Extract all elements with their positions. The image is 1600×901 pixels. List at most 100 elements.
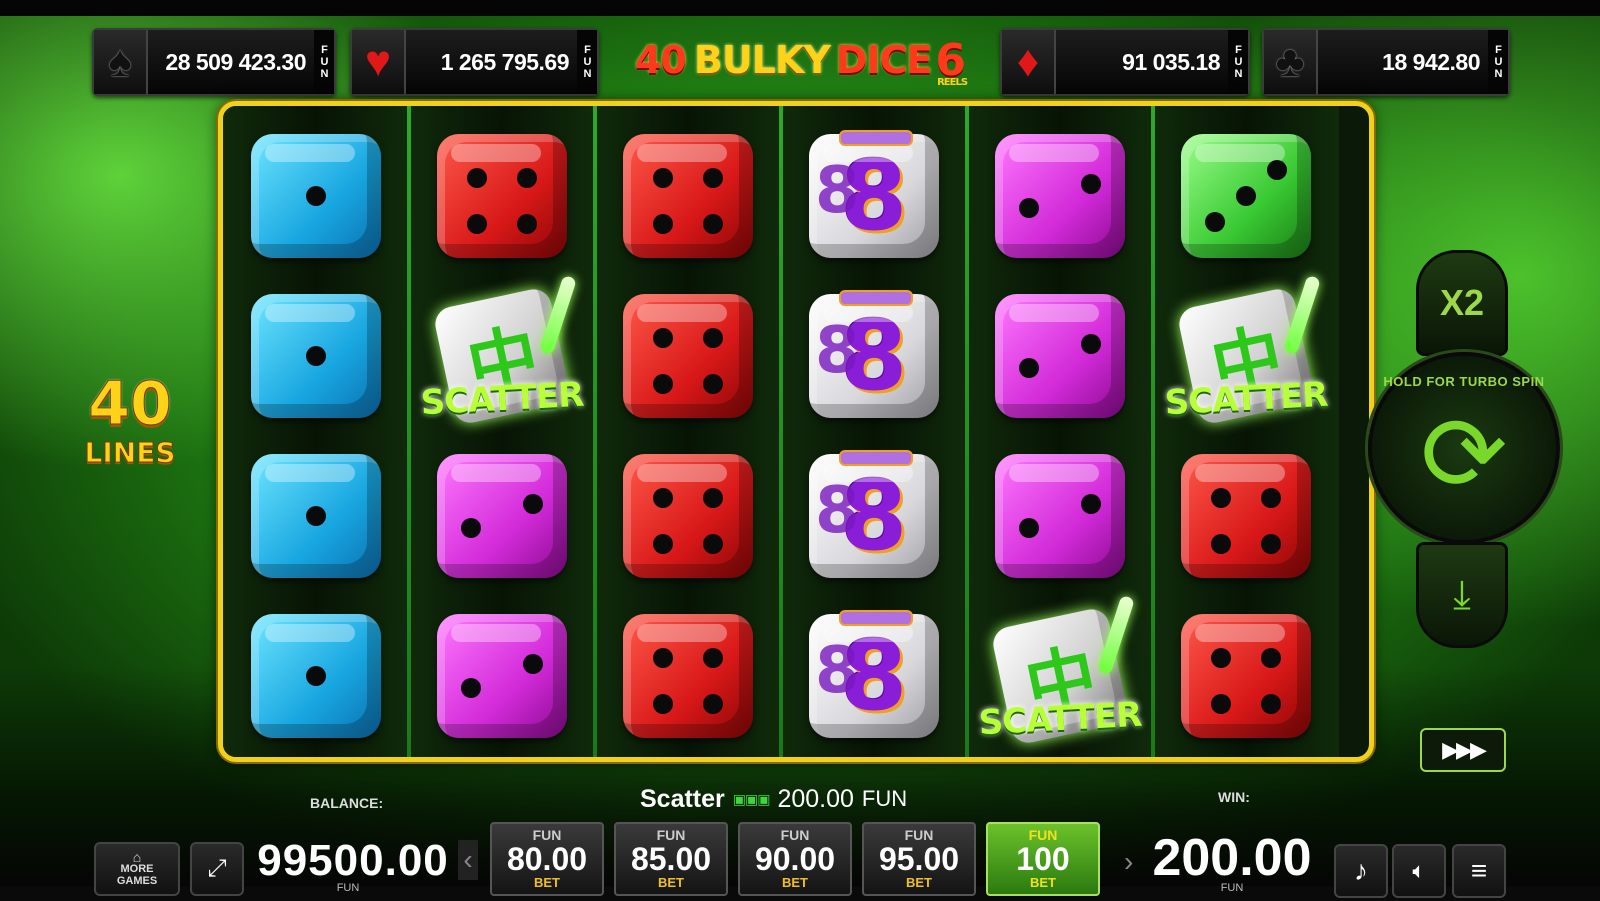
win-info-symbol: Scatter	[640, 784, 725, 813]
reel-cell	[231, 116, 401, 276]
spade-icon: ♠	[94, 30, 148, 94]
bet-value: 100	[1016, 841, 1070, 877]
win-label: WIN:	[1218, 789, 1250, 805]
reel-cell	[231, 276, 401, 436]
blue-die-1-symbol	[251, 294, 381, 418]
red-die-4-symbol	[623, 294, 753, 418]
red-die-4-symbol	[623, 134, 753, 258]
reel-cell	[417, 436, 587, 596]
music-note-icon: ♪	[1354, 855, 1368, 886]
eight-die-symbol: 88	[809, 290, 939, 418]
chevron-left-icon: ‹	[463, 844, 473, 875]
logo-word-dice: DICE	[835, 38, 933, 82]
house-icon: ⌂	[132, 849, 142, 865]
pink-die-2-symbol	[995, 294, 1125, 418]
jackpot-currency: FUN	[314, 30, 334, 94]
reel-cell: 88	[789, 596, 959, 756]
reel-cell	[603, 436, 773, 596]
reel-cell	[603, 276, 773, 436]
jackpot-currency: FUN	[1228, 30, 1248, 94]
bet-scroll-left[interactable]: ‹	[458, 840, 478, 880]
reel-cell	[975, 436, 1145, 596]
win-info-line: Scatter ▣▣▣ 200.00 FUN	[640, 784, 907, 814]
pink-die-2-symbol	[995, 134, 1125, 258]
bet-button-90.00[interactable]: FUN 90.00 BET	[738, 822, 852, 896]
balance-value: 99500.00	[257, 836, 449, 885]
reel-separator	[1151, 106, 1155, 757]
reel-cell: 88	[789, 436, 959, 596]
reel-cell	[1161, 596, 1331, 756]
scatter-symbol: 中 SCATTER	[1161, 271, 1331, 441]
bet-value: 95.00	[878, 841, 960, 877]
game-logo: 40 BULKY DICE 6 REELS	[600, 30, 1000, 90]
reel-cell: 中 SCATTER	[975, 594, 1145, 756]
download-icon: ⤓	[1453, 572, 1471, 617]
win-currency: FUN	[1220, 882, 1244, 894]
reel-cell	[1161, 436, 1331, 596]
autoplay-button[interactable]: ▶▶▶	[1420, 728, 1506, 772]
jackpot-amount: 1 265 795.69	[406, 30, 577, 94]
spin-button[interactable]: HOLD FOR TURBO SPIN ⟳	[1368, 352, 1560, 544]
reel-cell	[975, 276, 1145, 436]
pink-die-2-symbol	[437, 614, 567, 738]
reel-cell	[231, 596, 401, 756]
bet-scroll-right[interactable]: ›	[1124, 846, 1133, 878]
eight-die-symbol: 88	[809, 130, 939, 258]
reel-separator	[965, 106, 969, 757]
more-games-line2: GAMES	[116, 875, 158, 887]
fullscreen-button[interactable]: ⤢	[190, 842, 244, 896]
red-die-4-symbol	[1181, 454, 1311, 578]
jackpot-club: ♣ 18 942.80 FUN	[1262, 28, 1510, 96]
jackpot-currency: FUN	[577, 30, 597, 94]
green-die-3-symbol	[1181, 134, 1311, 258]
reel-cell: 中 SCATTER	[1161, 274, 1331, 436]
reels-frame: 中 SCATTER 8 8 8 8 8 8 8 8 中 SCATTER 中 SCATTER	[218, 101, 1374, 762]
jackpot-amount: 28 509 423.30	[148, 30, 314, 94]
blue-die-1-symbol	[251, 134, 381, 258]
more-games-line1: MORE	[120, 863, 154, 875]
reel-separator	[593, 106, 597, 757]
jackpot-amount: 91 035.18	[1056, 30, 1228, 94]
blue-die-1-symbol	[251, 454, 381, 578]
eight-die-symbol: 88	[809, 450, 939, 578]
red-die-4-symbol	[1181, 614, 1311, 738]
bet-button-100[interactable]: FUN 100 BET	[986, 822, 1100, 896]
red-die-4-symbol	[623, 614, 753, 738]
download-button[interactable]: ⤓	[1416, 542, 1508, 648]
diamond-icon: ♦	[1002, 30, 1056, 94]
bet-label: BET	[782, 875, 808, 890]
sound-button[interactable]: 🔈︎	[1392, 844, 1446, 898]
bet-label: BET	[1030, 875, 1056, 890]
more-games-button[interactable]: ⌂ MORE GAMES	[94, 842, 180, 896]
chevron-right-icon: ›	[1124, 846, 1134, 877]
speaker-icon: 🔈︎	[1412, 858, 1426, 883]
balance-currency: FUN	[336, 882, 360, 894]
fast-forward-icon: ▶▶▶	[1442, 737, 1487, 762]
bet-button-80.00[interactable]: FUN 80.00 BET	[490, 822, 604, 896]
pink-die-2-symbol	[437, 454, 567, 578]
jackpot-heart: ♥ 1 265 795.69 FUN	[350, 28, 599, 96]
reel-cell	[417, 116, 587, 276]
logo-number: 40	[634, 38, 687, 82]
bet-button-85.00[interactable]: FUN 85.00 BET	[614, 822, 728, 896]
win-value: 200.00	[1152, 829, 1312, 887]
red-die-4-symbol	[437, 134, 567, 258]
bet-button-95.00[interactable]: FUN 95.00 BET	[862, 822, 976, 896]
reel-cell	[603, 596, 773, 756]
red-die-4-symbol	[623, 454, 753, 578]
fullscreen-icon: ⤢	[207, 855, 227, 882]
heart-icon: ♥	[352, 30, 406, 94]
multiplier-button[interactable]: X2	[1416, 250, 1508, 356]
bet-label: BET	[534, 875, 560, 890]
jackpot-currency: FUN	[1488, 30, 1508, 94]
eight-die-symbol: 88	[809, 610, 939, 738]
reel-cell	[231, 436, 401, 596]
scatter-symbol: 中 SCATTER	[417, 271, 587, 441]
bet-label: BET	[658, 875, 684, 890]
menu-button[interactable]: ≡	[1452, 844, 1506, 898]
reel-cell: 88	[789, 116, 959, 276]
music-button[interactable]: ♪	[1334, 844, 1388, 898]
scatter-mini-icons: ▣▣▣	[732, 790, 771, 807]
reel-cell: 88	[789, 276, 959, 436]
reel-cell	[975, 116, 1145, 276]
